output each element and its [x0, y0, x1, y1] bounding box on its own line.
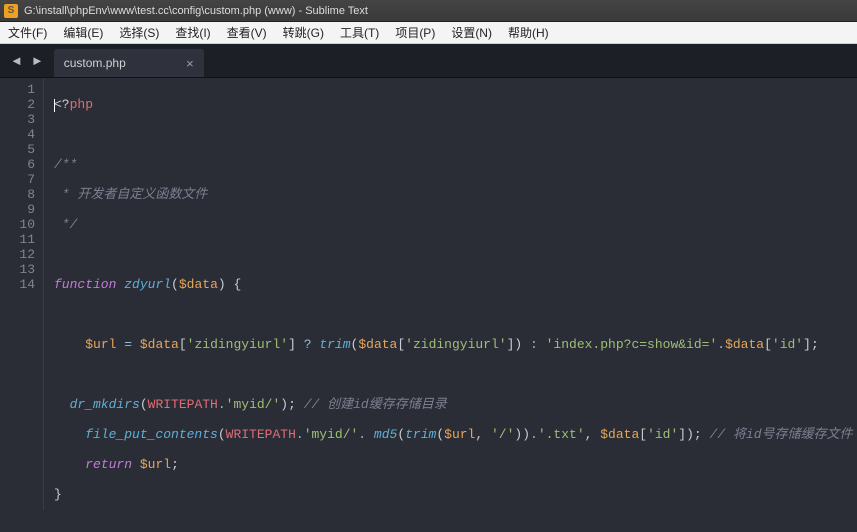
menu-find[interactable]: 查找(I): [167, 22, 218, 44]
app-icon: S: [4, 4, 18, 18]
line-number: 4: [0, 127, 35, 142]
line-number: 9: [0, 202, 35, 217]
php-open-tag: <?: [54, 97, 70, 112]
line-number: 6: [0, 157, 35, 172]
line-number: 11: [0, 232, 35, 247]
line-number: 2: [0, 97, 35, 112]
line-number: 3: [0, 112, 35, 127]
menu-prefs[interactable]: 设置(N): [443, 22, 500, 44]
tab-close-icon[interactable]: ×: [168, 56, 194, 71]
tab-label: custom.php: [64, 56, 126, 70]
menu-select[interactable]: 选择(S): [111, 22, 167, 44]
comment: * 开发者自定义函数文件: [54, 187, 207, 202]
menu-file[interactable]: 文件(F): [0, 22, 55, 44]
line-number-gutter: 1234567891011121314: [0, 78, 44, 510]
line-number: 8: [0, 187, 35, 202]
line-number: 7: [0, 172, 35, 187]
comment: /**: [54, 157, 77, 172]
tab-row: ◄ ► custom.php ×: [0, 44, 857, 78]
menu-edit[interactable]: 编辑(E): [55, 22, 111, 44]
title-bar: S G:\install\phpEnv\www\test.cc\config\c…: [0, 0, 857, 22]
comment: // 创建id缓存存储目录: [304, 397, 447, 412]
window-title: G:\install\phpEnv\www\test.cc\config\cus…: [24, 5, 368, 17]
menu-bar: 文件(F) 编辑(E) 选择(S) 查找(I) 查看(V) 转跳(G) 工具(T…: [0, 22, 857, 44]
tab-nav: ◄ ►: [0, 43, 54, 77]
comment: */: [54, 217, 77, 232]
line-number: 1: [0, 82, 35, 97]
editor-area[interactable]: 1234567891011121314 <?php /** * 开发者自定义函数…: [0, 78, 857, 510]
tab-nav-back-icon[interactable]: ◄: [6, 53, 27, 68]
tab-nav-forward-icon[interactable]: ►: [27, 53, 48, 68]
code-content[interactable]: <?php /** * 开发者自定义函数文件 */ function zdyur…: [44, 78, 853, 510]
menu-view[interactable]: 查看(V): [219, 22, 275, 44]
menu-goto[interactable]: 转跳(G): [275, 22, 332, 44]
menu-project[interactable]: 项目(P): [387, 22, 443, 44]
line-number: 14: [0, 277, 35, 292]
comment: // 将id号存储缓存文件: [710, 427, 853, 442]
tab-custom-php[interactable]: custom.php ×: [54, 49, 204, 77]
line-number: 13: [0, 262, 35, 277]
line-number: 12: [0, 247, 35, 262]
line-number: 5: [0, 142, 35, 157]
menu-help[interactable]: 帮助(H): [500, 22, 557, 44]
menu-tools[interactable]: 工具(T): [332, 22, 387, 44]
line-number: 10: [0, 217, 35, 232]
